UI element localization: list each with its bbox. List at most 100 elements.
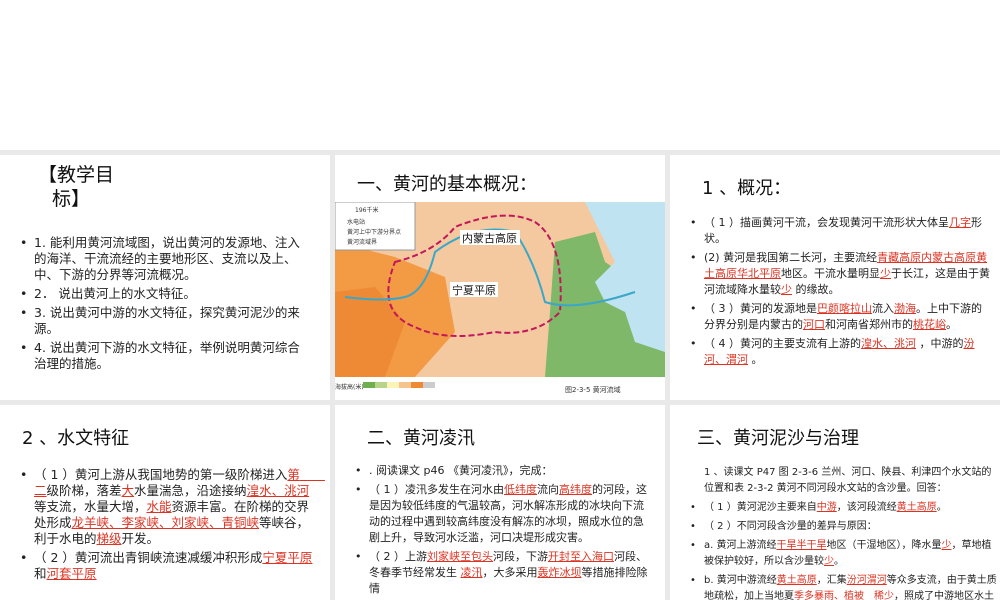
answer-text: 黄土高原 — [896, 502, 937, 513]
item-text: 水量湍急，沿途接纳 — [134, 483, 247, 498]
item-text: 和 — [34, 566, 47, 581]
item-text: 流入 — [872, 302, 894, 315]
answer-text: 刘家峡至包头 — [427, 550, 493, 563]
slide-title: 2 、水文特征 — [22, 428, 130, 449]
item-text: (2) 黄河是我国第二长河，主要流经 — [704, 251, 878, 264]
slide-title: 一、黄河的基本概况： — [357, 174, 537, 195]
map-label-inner-mongolia: 内蒙古高原 — [462, 231, 517, 245]
answer-text: 黄土高原 — [776, 575, 817, 586]
item-text: 流向 — [537, 483, 559, 496]
sediment-list: 1 、读课文 P47 图 2-3-6 兰州、河口、陕县、利津四个水文站的位置和表… — [690, 465, 1000, 600]
item-text: 的缘故。 — [792, 283, 840, 296]
answer-text: 中游 — [816, 502, 837, 513]
answer-text: 汾河渭河 — [846, 575, 887, 586]
answer-text: 龙羊峡、李家峡、刘家峡、青铜峡 — [71, 515, 260, 530]
ice-flood-list: . 阅读课文 p46 《黄河凌汛》，完成： （ 1 ）凌汛多发生在河水由低纬度流向… — [355, 463, 650, 600]
item-text: （ 2 ）不同河段含沙量的差异与原因： — [704, 521, 877, 532]
item-text: 1. 能利用黄河流域图，说出黄河的发源地、注入的海洋、干流流经的主要地形区、支流… — [34, 235, 300, 282]
answer-text: 水能 — [146, 499, 172, 514]
legend-hydro: 水电站 — [347, 218, 365, 226]
answer-text: 季多暴雨、植被 稀少 — [794, 591, 894, 600]
item-text: 开发。 — [121, 531, 160, 546]
answer-text: 少 — [781, 283, 792, 296]
answer-text: 河口 — [803, 318, 825, 331]
slide-ice-flood[interactable]: 二、黄河凌汛 . 阅读课文 p46 《黄河凌汛》，完成： （ 1 ）凌汛多发生在河… — [335, 405, 665, 600]
item-text: 。 — [936, 502, 947, 513]
legend-boundary-point: 黄河上中下游分界点 — [347, 228, 401, 236]
item-text: （ 4 ）黄河的主要支流有上游的 — [704, 337, 861, 350]
item-text: 4. 说出黄河下游的水文特征，举例说明黄河综合治理的措施。 — [34, 340, 300, 371]
list-item: （ 2 ）不同河段含沙量的差异与原因： — [690, 519, 1000, 535]
answer-text: 大 — [121, 483, 135, 498]
map-label-ningxia: 宁夏平原 — [452, 283, 496, 297]
list-item: （ 4 ）黄河的主要支流有上游的湟水、洮河 ，中游的汾河、渭河 。 — [690, 336, 990, 368]
elevation-label: 海拔高(米) — [335, 383, 364, 391]
answer-text: 梯级 — [96, 531, 122, 546]
answer-text: 少 — [824, 556, 834, 567]
legend-basin-line: 黄河流域界 — [347, 238, 377, 246]
map-caption: 图2-3-5 黄河流域 — [565, 385, 621, 394]
list-item: b. 黄河中游流经黄土高原，汇集汾河渭河等众多支流，由于黄土质地疏松，加上当地夏… — [690, 573, 1000, 600]
item-text: 1 、读课文 P47 图 2-3-6 兰州、河口、陕县、利津四个水文站的位置和表… — [704, 467, 992, 494]
item-text: . 阅读课文 p46 《黄河凌汛》，完成： — [369, 464, 553, 477]
list-item: （ 2 ）上游刘家峡至包头河段，下游开封至入海口河段、冬春季节经常发生 凌汛，大… — [355, 549, 650, 597]
item-text: （ 1 ）凌汛多发生在河水由 — [369, 483, 504, 496]
item-text: 。 — [748, 353, 763, 366]
list-item: 4. 说出黄河下游的水文特征，举例说明黄河综合治理的措施。 — [20, 340, 305, 372]
list-item: （ 2 ）黄河流出青铜峡流速减缓冲积形成宁夏平原和河套平原 — [20, 550, 318, 582]
slide-overview[interactable]: 1 、概况： （ 1 ）描画黄河干流，会发现黄河干流形状大体呈几字形状。(2) … — [670, 155, 1000, 400]
item-text: 。 — [946, 318, 957, 331]
list-item: a. 黄河上游流经干旱半干旱地区（干湿地区），降水量少，草地植被保护较好，所以含… — [690, 538, 1000, 570]
answer-text: 低纬度 — [504, 483, 537, 496]
answer-text: 巴颜喀拉山 — [817, 302, 872, 315]
list-item: （ 1 ）描画黄河干流，会发现黄河干流形状大体呈几字形状。 — [690, 215, 990, 247]
item-text: （ 1 ）黄河上游从我国地势的第一级阶梯进入 — [34, 467, 288, 482]
goal-list: 1. 能利用黄河流域图，说出黄河的发源地、注入的海洋、干流流经的主要地形区、支流… — [20, 235, 305, 375]
answer-text: 少 — [880, 267, 891, 280]
hydrology-list: （ 1 ）黄河上游从我国地势的第一级阶梯进入第 二级阶梯，落差大水量湍急，沿途接… — [20, 467, 325, 585]
answer-text: 轰炸冰坝 — [537, 566, 582, 579]
item-text: a. 黄河上游流经 — [704, 540, 777, 551]
item-text: 河段，下游 — [493, 550, 548, 563]
list-item: （ 1 ）凌汛多发生在河水由低纬度流向高纬度的河段，这是因为较低纬度的气温较高，… — [355, 482, 650, 546]
slide-sediment[interactable]: 三、黄河泥沙与治理 1 、读课文 P47 图 2-3-6 兰州、河口、陕县、利津… — [670, 405, 1000, 600]
item-text: 级阶梯，落差 — [46, 483, 122, 498]
list-item: （ 3 ）黄河的发源地是巴颜喀拉山流入渤海。上中下游的分界分别是内蒙古的河口和河… — [690, 301, 990, 333]
item-text: 3. 说出黄河中游的水文特征，探究黄河泥沙的来源。 — [34, 305, 300, 336]
answer-text: 湟水、洮河 — [861, 337, 916, 350]
slide-title: 三、黄河泥沙与治理 — [697, 428, 859, 449]
slide-title-cont: 标】 — [52, 188, 91, 210]
answer-text: 湟水、洮河 — [246, 483, 310, 498]
answer-text: 河套平原 — [46, 566, 97, 581]
answer-text: 高纬度 — [559, 483, 592, 496]
yellow-river-basin-map: 196千米 水电站 黄河上中下游分界点 黄河流域界 内蒙古高原 宁夏平原 海拔高… — [335, 201, 665, 400]
answer-text: 干旱半干旱 — [776, 540, 827, 551]
item-text: ，该河段流经 — [836, 502, 897, 513]
slide-title: 1 、概况： — [702, 178, 792, 199]
answer-text: 桃花峪 — [913, 318, 946, 331]
item-text: 和河南省郑州市的 — [825, 318, 913, 331]
list-item: 1 、读课文 P47 图 2-3-6 兰州、河口、陕县、利津四个水文站的位置和表… — [690, 465, 1000, 497]
list-item: . 阅读课文 p46 《黄河凌汛》，完成： — [355, 463, 650, 479]
item-text: 地区（干湿地区），降水量 — [826, 540, 942, 551]
slide-hydrology[interactable]: 2 、水文特征 （ 1 ）黄河上游从我国地势的第一级阶梯进入第 二级阶梯，落差大… — [0, 405, 330, 600]
item-text: （ 3 ）黄河的发源地是 — [704, 302, 817, 315]
list-item: （ 1 ）黄河上游从我国地势的第一级阶梯进入第 二级阶梯，落差大水量湍急，沿途接… — [20, 467, 325, 547]
list-item: (2) 黄河是我国第二长河，主要流经青藏高原内蒙古高原黄土高原华北平原地区。干流… — [690, 250, 990, 298]
item-text: ，汇集 — [816, 575, 847, 586]
answer-text: 宁夏平原 — [262, 550, 313, 565]
answer-text: 凌汛 — [460, 566, 483, 579]
map-scale: 196千米 — [355, 206, 378, 214]
slide-basic-overview[interactable]: 一、黄河的基本概况： 196千米 水电站 黄河上中下游分界点 黄河流域界 内蒙古… — [335, 155, 665, 400]
item-text: ，中游的 — [916, 337, 964, 350]
list-item: （ 1 ）黄河泥沙主要来自中游，该河段流经黄土高原。 — [690, 500, 1000, 516]
overview-list: （ 1 ）描画黄河干流，会发现黄河干流形状大体呈几字形状。(2) 黄河是我国第二… — [690, 215, 990, 371]
slide-teaching-goals[interactable]: 【教学目 标】 1. 能利用黄河流域图，说出黄河的发源地、注入的海洋、干流流经的… — [0, 155, 330, 400]
answer-text: 开封至入海口 — [548, 550, 614, 563]
list-item: 1. 能利用黄河流域图，说出黄河的发源地、注入的海洋、干流流经的主要地形区、支流… — [20, 235, 305, 283]
item-text: 2． 说出黄河上的水文特征。 — [34, 286, 196, 301]
item-text: （ 2 ）上游 — [369, 550, 427, 563]
item-text: （ 1 ）描画黄河干流，会发现黄河干流形状大体呈 — [704, 216, 949, 229]
item-text: ，大多采用 — [482, 566, 538, 579]
item-text: （ 1 ）黄河泥沙主要来自 — [704, 502, 817, 513]
